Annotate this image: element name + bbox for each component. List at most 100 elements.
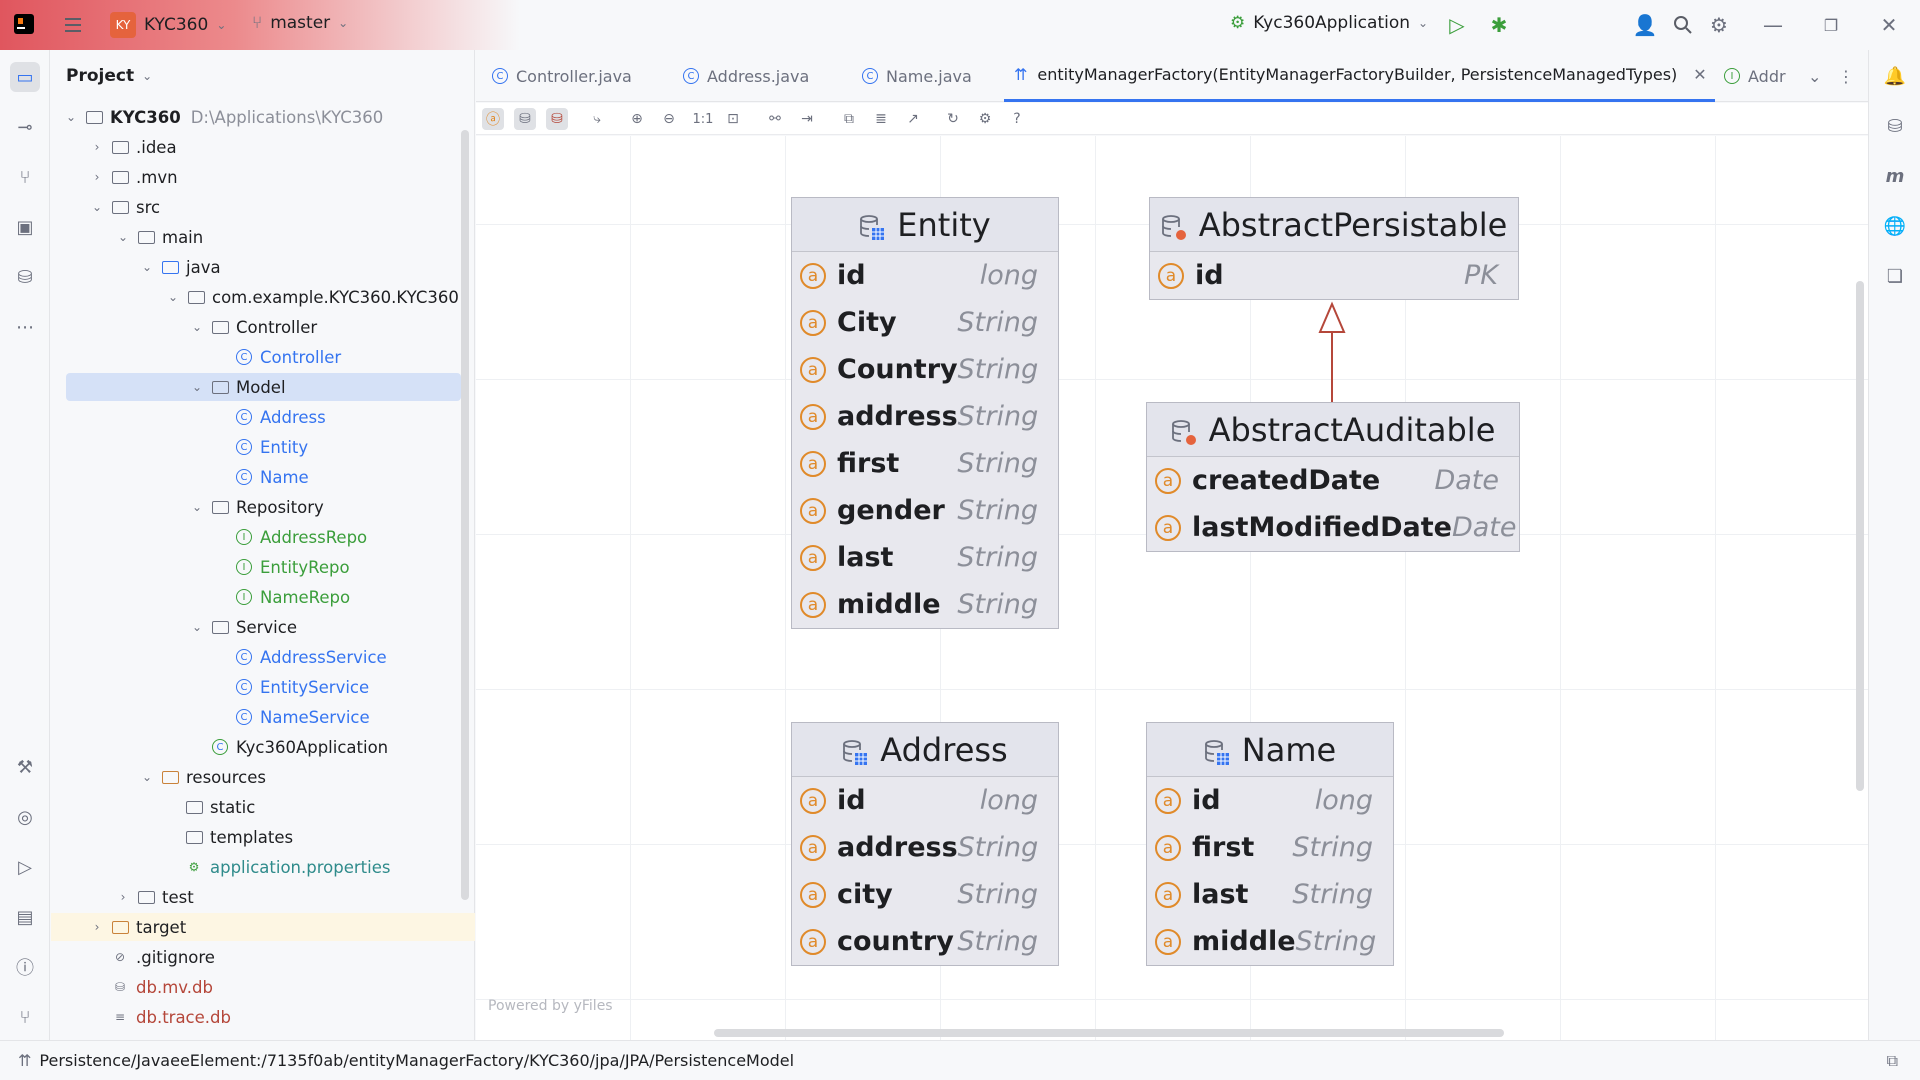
entity-node-address[interactable]: Address a id long a address String a city Stri… [791, 722, 1059, 966]
entity-attribute[interactable]: a address String [792, 824, 1058, 871]
entity-attribute[interactable]: a first String [792, 440, 1058, 487]
entity-attribute[interactable]: a city String [792, 871, 1058, 918]
tree-item-gitignore[interactable]: ⊘ .gitignore [51, 943, 461, 971]
entity-node-entity[interactable]: Entity a id long a City String a Country Strin… [791, 197, 1059, 629]
zoom-in-icon[interactable]: ⊕ [626, 108, 648, 130]
tree-item-test[interactable]: › test [51, 883, 461, 911]
show-structure-icon[interactable]: ≣ [870, 108, 892, 130]
entity-attribute[interactable]: a id long [792, 252, 1058, 299]
debug-icon[interactable]: ✱ [1486, 12, 1512, 38]
tabs-dropdown-icon[interactable]: ⌄ [1808, 50, 1821, 102]
edge-routing-icon[interactable]: ⤷ [586, 108, 608, 130]
project-panel-header[interactable]: Project ⌄ [51, 50, 474, 102]
entity-attribute[interactable]: a lastModifiedDate Date [1147, 504, 1519, 551]
tree-item-java[interactable]: ⌄ java [51, 253, 461, 281]
vertical-scrollbar[interactable] [1856, 281, 1864, 791]
notifications-bell-icon[interactable]: 🔔 [1881, 62, 1909, 90]
run-icon[interactable]: ▷ [1444, 12, 1470, 38]
run-panel-icon[interactable]: ▷ [10, 852, 40, 882]
tree-item-entityservice[interactable]: C EntityService [51, 673, 461, 701]
entity-attribute[interactable]: a address String [792, 393, 1058, 440]
entity-attribute[interactable]: a id long [1147, 777, 1393, 824]
project-scrollbar[interactable] [461, 130, 469, 900]
entity-attribute[interactable]: a gender String [792, 487, 1058, 534]
apply-layout-icon[interactable]: ⇥ [796, 108, 818, 130]
tree-item-db-mv[interactable]: ⛁ db.mv.db [51, 973, 461, 1001]
entity-node-abstractpersistable[interactable]: AbstractPersistable a id PK [1149, 197, 1519, 300]
tab-name-java[interactable]: C Name.java [862, 50, 972, 102]
tree-item-root[interactable]: ⌄ KYC360 D:\Applications\KYC360 [51, 103, 461, 131]
project-folder-icon[interactable]: ▭ [10, 62, 40, 92]
entity-attribute[interactable]: a last String [792, 534, 1058, 581]
entity-node-abstractauditable[interactable]: AbstractAuditable a createdDate Date a last… [1146, 402, 1520, 552]
diagram-canvas[interactable]: Entity a id long a City String a Country Strin… [476, 136, 1868, 1040]
entity-attribute[interactable]: a id PK [1150, 252, 1518, 299]
add-user-icon[interactable]: 👤 [1632, 12, 1658, 38]
tree-item-model-pkg[interactable]: ⌄ Model [66, 373, 461, 401]
layout-icon[interactable]: ⚯ [764, 108, 786, 130]
run-config-selector[interactable]: ⚙ Kyc360Application ⌄ [1230, 13, 1428, 33]
tab-address-java[interactable]: C Address.java [683, 50, 809, 102]
settings-gear-icon[interactable]: ⚙ [1706, 12, 1732, 38]
search-icon[interactable] [1670, 12, 1696, 38]
close-window-icon[interactable]: ✕ [1876, 12, 1902, 38]
tree-item-nameservice[interactable]: C NameService [51, 703, 461, 731]
maximize-icon[interactable]: ❐ [1818, 12, 1844, 38]
app-logo-icon[interactable] [12, 12, 36, 36]
endpoints-globe-icon[interactable]: 🌐 [1881, 212, 1909, 240]
show-superclasses-icon[interactable]: ⛁ [546, 108, 568, 130]
entity-node-name[interactable]: Name a id long a first String a last String am… [1146, 722, 1394, 966]
more-tools-icon[interactable]: ⋯ [10, 312, 40, 342]
tree-item-kyc360application[interactable]: C Kyc360Application [51, 733, 461, 761]
tree-item-entityrepo[interactable]: I EntityRepo [51, 553, 461, 581]
actual-size-button[interactable]: 1:1 [690, 108, 716, 130]
structure-icon[interactable]: ▣ [10, 212, 40, 242]
tree-item-main[interactable]: ⌄ main [51, 223, 461, 251]
tree-item-address-class[interactable]: C Address [51, 403, 461, 431]
tree-item-entity-class[interactable]: C Entity [51, 433, 461, 461]
persistence-panel-icon[interactable]: ❏ [1881, 262, 1909, 290]
horizontal-scrollbar[interactable] [714, 1029, 1504, 1037]
problems-icon[interactable]: ⓘ [10, 952, 40, 982]
tree-item-resources[interactable]: ⌄ resources [51, 763, 461, 791]
close-tab-icon[interactable]: ✕ [1693, 65, 1706, 84]
tree-item-target[interactable]: › target [51, 913, 475, 941]
status-path[interactable]: Persistence/JavaeeElement:/7135f0ab/enti… [39, 1051, 794, 1070]
tree-item-name-class[interactable]: C Name [51, 463, 461, 491]
maven-icon[interactable]: m [1881, 162, 1909, 190]
entity-attribute[interactable]: a id long [792, 777, 1058, 824]
more-options-icon[interactable]: ⋮ [1838, 50, 1854, 102]
git-icon[interactable]: ⑂ [10, 1002, 40, 1032]
tree-item-repository-pkg[interactable]: ⌄ Repository [51, 493, 461, 521]
minimize-icon[interactable]: — [1760, 12, 1786, 38]
branch-selector[interactable]: ⑂ master ⌄ [252, 13, 348, 33]
entity-attribute[interactable]: a country String [792, 918, 1058, 965]
tree-item-static[interactable]: static [51, 793, 461, 821]
terminal-icon[interactable]: ▤ [10, 902, 40, 932]
tree-item-package[interactable]: ⌄ com.example.KYC360.KYC360 [51, 283, 461, 311]
show-attributes-icon[interactable]: ⓐ [482, 108, 504, 130]
export-icon[interactable]: ↗ [902, 108, 924, 130]
tree-item-idea[interactable]: › .idea [51, 133, 461, 161]
tree-item-mvn[interactable]: › .mvn [51, 163, 461, 191]
tree-item-db-trace[interactable]: ≡ db.trace.db [51, 1003, 461, 1031]
project-selector[interactable]: KY KYC360 ⌄ [110, 12, 226, 38]
commit-icon[interactable]: ⊸ [10, 112, 40, 142]
tree-item-addressrepo[interactable]: I AddressRepo [51, 523, 461, 551]
tree-item-templates[interactable]: templates [51, 823, 461, 851]
zoom-out-icon[interactable]: ⊖ [658, 108, 680, 130]
pull-requests-icon[interactable]: ⑂ [10, 162, 40, 192]
tree-item-service-pkg[interactable]: ⌄ Service [51, 613, 461, 641]
tree-item-src[interactable]: ⌄ src [51, 193, 461, 221]
fit-content-icon[interactable]: ⊡ [722, 108, 744, 130]
tree-item-addressservice[interactable]: C AddressService [51, 643, 461, 671]
tree-item-namerepo[interactable]: I NameRepo [51, 583, 461, 611]
refresh-icon[interactable]: ↻ [942, 108, 964, 130]
copy-diagram-icon[interactable]: ⧉ [838, 108, 860, 130]
entity-attribute[interactable]: a last String [1147, 871, 1393, 918]
tree-item-controller-pkg[interactable]: ⌄ Controller [51, 313, 461, 341]
entity-attribute[interactable]: a middle String [792, 581, 1058, 628]
diagram-settings-icon[interactable]: ⚙ [974, 108, 996, 130]
build-hammer-icon[interactable]: ⚒ [10, 752, 40, 782]
readonly-lock-icon[interactable]: ⧉ [1887, 1051, 1898, 1071]
